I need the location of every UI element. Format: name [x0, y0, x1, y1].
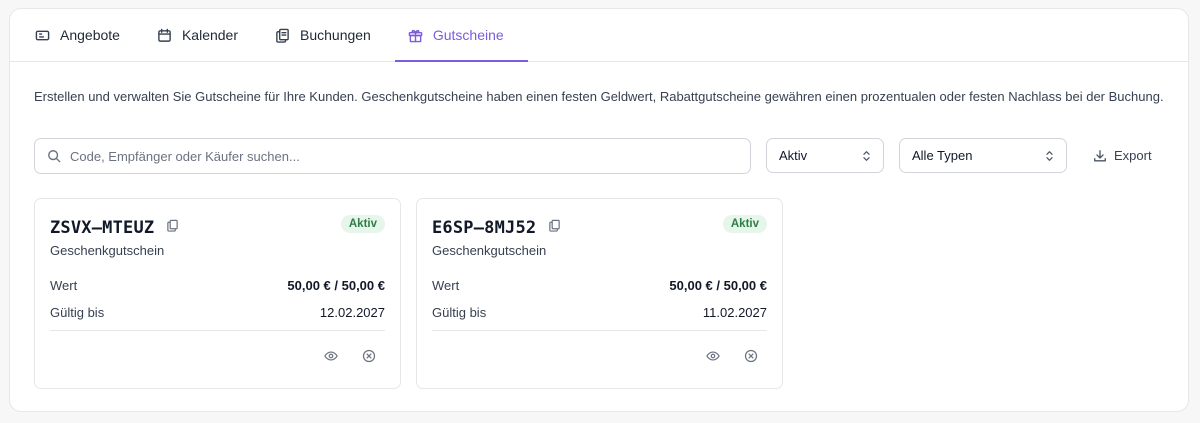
tab-label: Gutscheine — [432, 27, 504, 43]
copy-icon — [549, 219, 561, 232]
value-label: Wert — [432, 278, 460, 293]
type-filter-value: Alle Typen — [912, 148, 973, 163]
card-divider — [50, 330, 385, 331]
value-amount: 50,00 € / 50,00 € — [669, 278, 767, 293]
copy-code-button[interactable] — [548, 219, 561, 237]
voucher-code-row: ZSVX–MTEUZ — [50, 218, 179, 238]
value-label: Wert — [50, 278, 78, 293]
value-row: Wert 50,00 € / 50,00 € — [50, 278, 385, 293]
search-icon — [48, 150, 61, 163]
ticket-icon — [35, 30, 50, 40]
chevron-up-down-icon — [863, 150, 870, 161]
download-icon — [1094, 149, 1106, 161]
card-divider — [432, 330, 767, 331]
view-button[interactable] — [324, 349, 338, 368]
voucher-code: ZSVX–MTEUZ — [50, 218, 155, 238]
eye-icon — [706, 351, 720, 361]
page-description: Erstellen und verwalten Sie Gutscheine f… — [34, 89, 1164, 104]
card-actions — [324, 349, 376, 368]
valid-row: Gültig bis 12.02.2027 — [50, 305, 385, 320]
value-amount: 50,00 € / 50,00 € — [287, 278, 385, 293]
valid-label: Gültig bis — [432, 305, 487, 320]
tab-gutscheine[interactable]: Gutscheine — [394, 9, 528, 62]
chevron-up-down-icon — [1046, 150, 1053, 161]
tab-kalender[interactable]: Kalender — [144, 9, 262, 61]
eye-icon — [324, 351, 338, 361]
copy-code-button[interactable] — [166, 219, 179, 237]
gift-icon — [408, 29, 423, 42]
tab-label: Buchungen — [300, 27, 371, 43]
value-row: Wert 50,00 € / 50,00 € — [432, 278, 767, 293]
status-filter-select[interactable]: Aktiv — [766, 138, 884, 173]
valid-label: Gültig bis — [50, 305, 105, 320]
x-circle-icon — [744, 349, 758, 363]
view-button[interactable] — [706, 349, 720, 368]
export-label: Export — [1114, 148, 1152, 163]
cancel-voucher-button[interactable] — [744, 349, 758, 368]
card-actions — [706, 349, 758, 368]
vouchers-panel: Angebote Kalender Buchungen Gutscheine E… — [9, 8, 1189, 412]
x-circle-icon — [362, 349, 376, 363]
voucher-card: E6SP–8MJ52 Aktiv Geschenkgutschein Wert … — [416, 198, 783, 389]
voucher-card: ZSVX–MTEUZ Aktiv Geschenkgutschein Wert … — [34, 198, 401, 389]
tab-bar: Angebote Kalender Buchungen Gutscheine — [10, 9, 1188, 62]
type-filter-select[interactable]: Alle Typen — [899, 138, 1067, 173]
status-badge: Aktiv — [340, 215, 385, 233]
valid-date: 12.02.2027 — [319, 305, 385, 320]
voucher-code-row: E6SP–8MJ52 — [432, 218, 561, 238]
export-button[interactable]: Export — [1093, 148, 1152, 163]
voucher-code: E6SP–8MJ52 — [432, 218, 537, 238]
valid-row: Gültig bis 11.02.2027 — [432, 305, 767, 320]
voucher-type: Geschenkgutschein — [50, 243, 165, 258]
tab-label: Angebote — [60, 27, 120, 43]
status-filter-value: Aktiv — [779, 148, 808, 163]
valid-date: 11.02.2027 — [702, 305, 767, 320]
voucher-type: Geschenkgutschein — [432, 243, 547, 258]
cancel-voucher-button[interactable] — [362, 349, 376, 368]
tab-angebote[interactable]: Angebote — [22, 9, 144, 61]
copy-icon — [276, 28, 289, 43]
copy-icon — [167, 219, 179, 232]
search-box[interactable] — [34, 138, 751, 174]
tab-buchungen[interactable]: Buchungen — [262, 9, 395, 61]
status-badge: Aktiv — [722, 215, 767, 233]
search-input[interactable] — [70, 141, 750, 171]
calendar-icon — [158, 28, 171, 42]
tab-label: Kalender — [181, 27, 238, 43]
